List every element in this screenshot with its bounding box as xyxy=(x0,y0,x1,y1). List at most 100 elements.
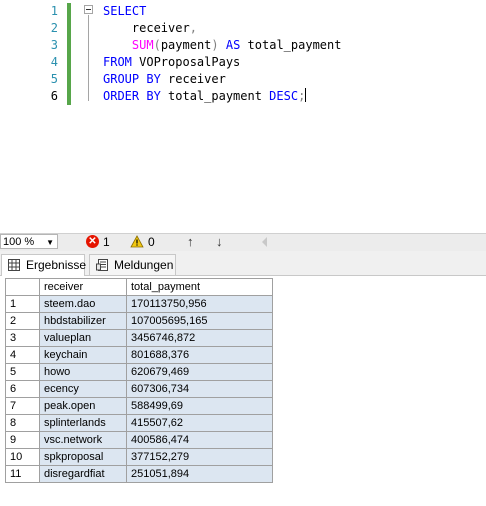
results-grid[interactable]: receiver total_payment 1 steem.dao 1701137… xyxy=(5,278,273,483)
text-caret xyxy=(305,88,307,102)
table-row[interactable]: 2 hbdstabilizer 107005695,165 xyxy=(5,312,273,330)
row-number[interactable]: 3 xyxy=(5,329,40,347)
line-number: 5 xyxy=(50,72,58,86)
table-row[interactable]: 7 peak.open 588499,69 xyxy=(5,397,273,415)
query-editor[interactable]: 1 SELECT 2 receiver, 3 SUM(payment) AS tota… xyxy=(0,0,486,232)
code-token: ; xyxy=(298,89,306,103)
table-row[interactable]: 9 vsc.network 400586,474 xyxy=(5,431,273,449)
cell-receiver[interactable]: vsc.network xyxy=(39,431,127,449)
table-row[interactable]: 10 spkproposal 377152,279 xyxy=(5,448,273,466)
code-token: payment xyxy=(160,38,212,52)
code-line[interactable]: 3 SUM(payment) AS total_payment xyxy=(0,37,486,54)
zoom-select[interactable]: 100 % ▼ xyxy=(0,234,58,249)
grid-header-row: receiver total_payment xyxy=(5,278,273,296)
table-row[interactable]: 11 disregardfiat 251051,894 xyxy=(5,465,273,483)
code-token: DESC xyxy=(269,89,299,103)
line-number: 2 xyxy=(50,21,58,35)
zoom-value: 100 % xyxy=(3,236,35,248)
warning-count: 0 xyxy=(148,235,155,249)
table-row[interactable]: 4 keychain 801688,376 xyxy=(5,346,273,364)
code-line[interactable]: 5 GROUP BY receiver xyxy=(0,71,486,88)
code-line[interactable]: 2 receiver, xyxy=(0,20,486,37)
table-row[interactable]: 8 splinterlands 415507,62 xyxy=(5,414,273,432)
cell-total-payment[interactable]: 400586,474 xyxy=(126,431,273,449)
arrow-up-icon[interactable]: ↑ xyxy=(187,234,194,250)
table-row[interactable]: 6 ecency 607306,734 xyxy=(5,380,273,398)
cell-total-payment[interactable]: 415507,62 xyxy=(126,414,273,432)
chevron-down-icon: ▼ xyxy=(46,238,54,247)
change-marker xyxy=(67,71,71,88)
arrow-down-icon[interactable]: ↓ xyxy=(216,234,223,250)
code-text[interactable]: GROUP BY receiver xyxy=(103,71,226,88)
cell-total-payment[interactable]: 3456746,872 xyxy=(126,329,273,347)
editor-status-bar: 100 % ▼ ✕ 1 0 ↑ ↓ xyxy=(0,233,486,251)
code-line[interactable]: 4 FROM VOProposalPays xyxy=(0,54,486,71)
code-token: receiver xyxy=(103,21,190,35)
row-number[interactable]: 8 xyxy=(5,414,40,432)
code-text[interactable]: ORDER BY total_payment DESC; xyxy=(103,88,307,105)
table-row[interactable]: 1 steem.dao 170113750,956 xyxy=(5,295,273,313)
row-number[interactable]: 10 xyxy=(5,448,40,466)
cell-receiver[interactable]: steem.dao xyxy=(39,295,127,313)
cell-receiver[interactable]: splinterlands xyxy=(39,414,127,432)
code-text[interactable]: FROM VOProposalPays xyxy=(103,54,240,71)
cell-receiver[interactable]: keychain xyxy=(39,346,127,364)
cell-receiver[interactable]: spkproposal xyxy=(39,448,127,466)
cell-total-payment[interactable]: 588499,69 xyxy=(126,397,273,415)
results-tabs: Ergebnisse Meldungen xyxy=(0,251,486,276)
code-line[interactable]: 1 SELECT xyxy=(0,3,486,20)
tab-results[interactable]: Ergebnisse xyxy=(1,254,87,276)
table-row[interactable]: 3 valueplan 3456746,872 xyxy=(5,329,273,347)
row-number[interactable]: 9 xyxy=(5,431,40,449)
grid-icon xyxy=(8,259,20,271)
warning-icon[interactable] xyxy=(130,235,144,248)
code-token: receiver xyxy=(160,72,226,86)
code-line[interactable]: 6 ORDER BY total_payment DESC; xyxy=(0,88,486,105)
cell-receiver[interactable]: peak.open xyxy=(39,397,127,415)
change-marker xyxy=(67,54,71,71)
code-token: FROM xyxy=(103,55,132,69)
cell-receiver[interactable]: howo xyxy=(39,363,127,381)
tab-messages-label: Meldungen xyxy=(114,258,174,272)
row-number[interactable]: 1 xyxy=(5,295,40,313)
code-text[interactable]: receiver, xyxy=(103,20,197,37)
row-number[interactable]: 11 xyxy=(5,465,40,483)
change-marker xyxy=(67,88,71,105)
table-row[interactable]: 5 howo 620679,469 xyxy=(5,363,273,381)
code-token: total_payment xyxy=(240,38,342,52)
cell-total-payment[interactable]: 170113750,956 xyxy=(126,295,273,313)
cell-total-payment[interactable]: 251051,894 xyxy=(126,465,273,483)
error-icon[interactable]: ✕ xyxy=(86,235,99,248)
scroll-left-icon[interactable] xyxy=(262,237,268,247)
tab-messages[interactable]: Meldungen xyxy=(89,254,176,275)
code-token: ORDER BY xyxy=(103,89,161,103)
cell-receiver[interactable]: valueplan xyxy=(39,329,127,347)
cell-total-payment[interactable]: 607306,734 xyxy=(126,380,273,398)
cell-total-payment[interactable]: 620679,469 xyxy=(126,363,273,381)
code-text[interactable]: SELECT xyxy=(103,3,146,20)
row-number[interactable]: 6 xyxy=(5,380,40,398)
cell-receiver[interactable]: hbdstabilizer xyxy=(39,312,127,330)
row-number[interactable]: 7 xyxy=(5,397,40,415)
column-header-receiver[interactable]: receiver xyxy=(39,278,127,296)
cell-total-payment[interactable]: 377152,279 xyxy=(126,448,273,466)
code-text[interactable]: SUM(payment) AS total_payment xyxy=(103,37,342,54)
change-marker xyxy=(67,37,71,54)
code-token: GROUP BY xyxy=(103,72,161,86)
cell-receiver[interactable]: disregardfiat xyxy=(39,465,127,483)
column-header-total-payment[interactable]: total_payment xyxy=(126,278,273,296)
grid-corner[interactable] xyxy=(5,278,40,296)
change-marker xyxy=(67,20,71,37)
line-number: 1 xyxy=(50,4,58,18)
cell-receiver[interactable]: ecency xyxy=(39,380,127,398)
row-number[interactable]: 2 xyxy=(5,312,40,330)
error-count: 1 xyxy=(103,235,110,249)
cell-total-payment[interactable]: 801688,376 xyxy=(126,346,273,364)
line-number: 3 xyxy=(50,38,58,52)
tab-results-label: Ergebnisse xyxy=(26,258,87,272)
messages-icon xyxy=(96,259,108,271)
row-number[interactable]: 5 xyxy=(5,363,40,381)
row-number[interactable]: 4 xyxy=(5,346,40,364)
cell-total-payment[interactable]: 107005695,165 xyxy=(126,312,273,330)
